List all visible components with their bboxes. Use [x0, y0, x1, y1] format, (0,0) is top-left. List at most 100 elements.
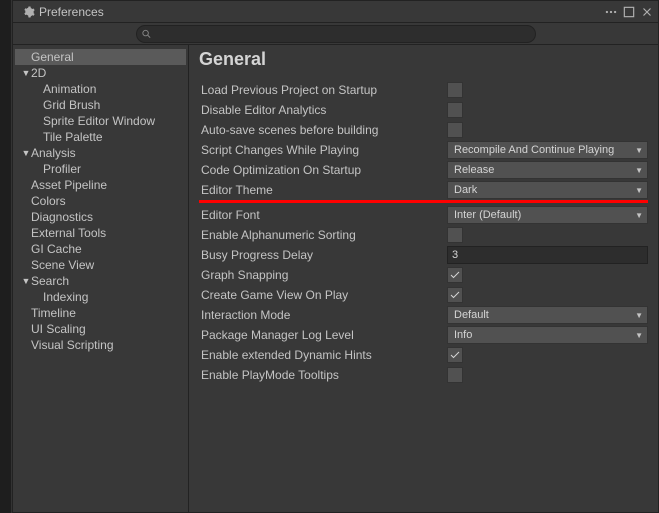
checkbox-autosave[interactable]	[447, 122, 463, 138]
sidebar-item-label: UI Scaling	[31, 322, 182, 336]
expand-arrow-icon: ▼	[21, 68, 31, 78]
sidebar-item-label: Asset Pipeline	[31, 178, 182, 192]
dropdown-editor-theme[interactable]: Dark▼	[447, 181, 648, 199]
editor-gutter	[0, 0, 12, 513]
sidebar-item-general[interactable]: General	[15, 49, 186, 65]
field-label: Create Game View On Play	[199, 288, 447, 302]
search-icon	[141, 28, 152, 39]
sidebar-item-scene-view[interactable]: Scene View	[15, 257, 186, 273]
dropdown-value: Inter (Default)	[454, 209, 521, 221]
sidebar-item-label: Diagnostics	[31, 210, 182, 224]
dock-icon[interactable]	[622, 5, 636, 19]
sidebar-item-label: External Tools	[31, 226, 182, 240]
field-row-graph-snap: Graph Snapping	[199, 265, 648, 285]
field-row-editor-font: Editor FontInter (Default)▼	[199, 205, 648, 225]
close-icon[interactable]	[640, 5, 654, 19]
sidebar-item-label: Search	[31, 274, 182, 288]
check-icon	[449, 349, 461, 361]
field-label: Graph Snapping	[199, 268, 447, 282]
check-icon	[449, 269, 461, 281]
chevron-down-icon: ▼	[635, 146, 643, 155]
field-label: Enable Alphanumeric Sorting	[199, 228, 447, 242]
sidebar-item-label: Tile Palette	[43, 130, 182, 144]
checkbox-graph-snap[interactable]	[447, 267, 463, 283]
dropdown-value: Dark	[454, 184, 477, 196]
sidebar-item-analysis[interactable]: ▼Analysis	[15, 145, 186, 161]
field-row-dyn-hints: Enable extended Dynamic Hints	[199, 345, 648, 365]
field-label: Enable extended Dynamic Hints	[199, 348, 447, 362]
field-row-game-view: Create Game View On Play	[199, 285, 648, 305]
context-menu-icon[interactable]	[604, 5, 618, 19]
sidebar-item-label: Colors	[31, 194, 182, 208]
sidebar-item-indexing[interactable]: Indexing	[15, 289, 186, 305]
titlebar: Preferences	[13, 1, 658, 23]
dropdown-value: Release	[454, 164, 494, 176]
dropdown-pkg-log[interactable]: Info ▼	[447, 326, 648, 344]
checkbox-load-previous[interactable]	[447, 82, 463, 98]
sidebar-item-label: Grid Brush	[43, 98, 182, 112]
search-input[interactable]	[136, 25, 536, 43]
field-row-alpha-sort: Enable Alphanumeric Sorting	[199, 225, 648, 245]
field-label: Interaction Mode	[199, 308, 447, 322]
sidebar-item-search[interactable]: ▼Search	[15, 273, 186, 289]
field-label: Script Changes While Playing	[199, 143, 447, 157]
sidebar-item-label: Sprite Editor Window	[43, 114, 182, 128]
chevron-down-icon: ▼	[635, 331, 643, 340]
field-label: Editor Theme	[199, 183, 447, 197]
sidebar-item-label: Analysis	[31, 146, 182, 160]
field-row-busy-delay: Busy Progress Delay	[199, 245, 648, 265]
dropdown-code-opt[interactable]: Release ▼	[447, 161, 648, 179]
sidebar-item-ui-scaling[interactable]: UI Scaling	[15, 321, 186, 337]
sidebar-item-visual-scripting[interactable]: Visual Scripting	[15, 337, 186, 353]
dropdown-editor-font[interactable]: Inter (Default) ▼	[447, 206, 648, 224]
sidebar-item-label: Timeline	[31, 306, 182, 320]
title-tab[interactable]: Preferences	[17, 2, 110, 22]
field-row-script-changes: Script Changes While PlayingRecompile An…	[199, 140, 648, 160]
sidebar-item-gi-cache[interactable]: GI Cache	[15, 241, 186, 257]
dropdown-script-changes[interactable]: Recompile And Continue Playing▼	[447, 141, 648, 159]
sidebar-item-animation[interactable]: Animation	[15, 81, 186, 97]
dropdown-interaction-mode[interactable]: Default ▼	[447, 306, 648, 324]
checkbox-alpha-sort[interactable]	[447, 227, 463, 243]
checkbox-playmode-tt[interactable]	[447, 367, 463, 383]
field-label: Enable PlayMode Tooltips	[199, 368, 447, 382]
sidebar-item-sprite-editor-window[interactable]: Sprite Editor Window	[15, 113, 186, 129]
field-label: Code Optimization On Startup	[199, 163, 447, 177]
expand-arrow-icon: ▼	[21, 148, 31, 158]
sidebar-item-asset-pipeline[interactable]: Asset Pipeline	[15, 177, 186, 193]
sidebar-item-profiler[interactable]: Profiler	[15, 161, 186, 177]
field-row-pkg-log: Package Manager Log LevelInfo▼	[199, 325, 648, 345]
gear-icon	[23, 6, 35, 18]
search-bar	[13, 23, 658, 45]
expand-arrow-icon: ▼	[21, 276, 31, 286]
chevron-down-icon: ▼	[635, 311, 643, 320]
highlight-divider	[199, 200, 648, 203]
sidebar-item-2d[interactable]: ▼2D	[15, 65, 186, 81]
sidebar-item-diagnostics[interactable]: Diagnostics	[15, 209, 186, 225]
sidebar-item-label: GI Cache	[31, 242, 182, 256]
field-row-code-opt: Code Optimization On Startup Release ▼	[199, 160, 648, 180]
field-row-playmode-tt: Enable PlayMode Tooltips	[199, 365, 648, 385]
sidebar-item-label: Profiler	[43, 162, 182, 176]
sidebar-item-tile-palette[interactable]: Tile Palette	[15, 129, 186, 145]
sidebar-item-label: Scene View	[31, 258, 182, 272]
textfield-busy-delay[interactable]	[447, 246, 648, 264]
checkbox-dyn-hints[interactable]	[447, 347, 463, 363]
field-row-disable-analytics: Disable Editor Analytics	[199, 100, 648, 120]
sidebar-item-timeline[interactable]: Timeline	[15, 305, 186, 321]
dropdown-value: Default	[454, 309, 489, 321]
sidebar-item-colors[interactable]: Colors	[15, 193, 186, 209]
chevron-down-icon: ▼	[635, 211, 643, 220]
checkbox-game-view[interactable]	[447, 287, 463, 303]
page-title: General	[199, 49, 648, 70]
checkbox-disable-analytics[interactable]	[447, 102, 463, 118]
sidebar-item-grid-brush[interactable]: Grid Brush	[15, 97, 186, 113]
field-label: Disable Editor Analytics	[199, 103, 447, 117]
dropdown-value: Info	[454, 329, 472, 341]
sidebar-item-label: General	[31, 50, 182, 64]
content-panel: General Load Previous Project on Startup…	[189, 45, 658, 512]
field-label: Auto-save scenes before building	[199, 123, 447, 137]
preferences-window: Preferences General▼2DAnimationGrid Brus…	[12, 0, 659, 513]
sidebar-item-external-tools[interactable]: External Tools	[15, 225, 186, 241]
chevron-down-icon: ▼	[635, 166, 643, 175]
